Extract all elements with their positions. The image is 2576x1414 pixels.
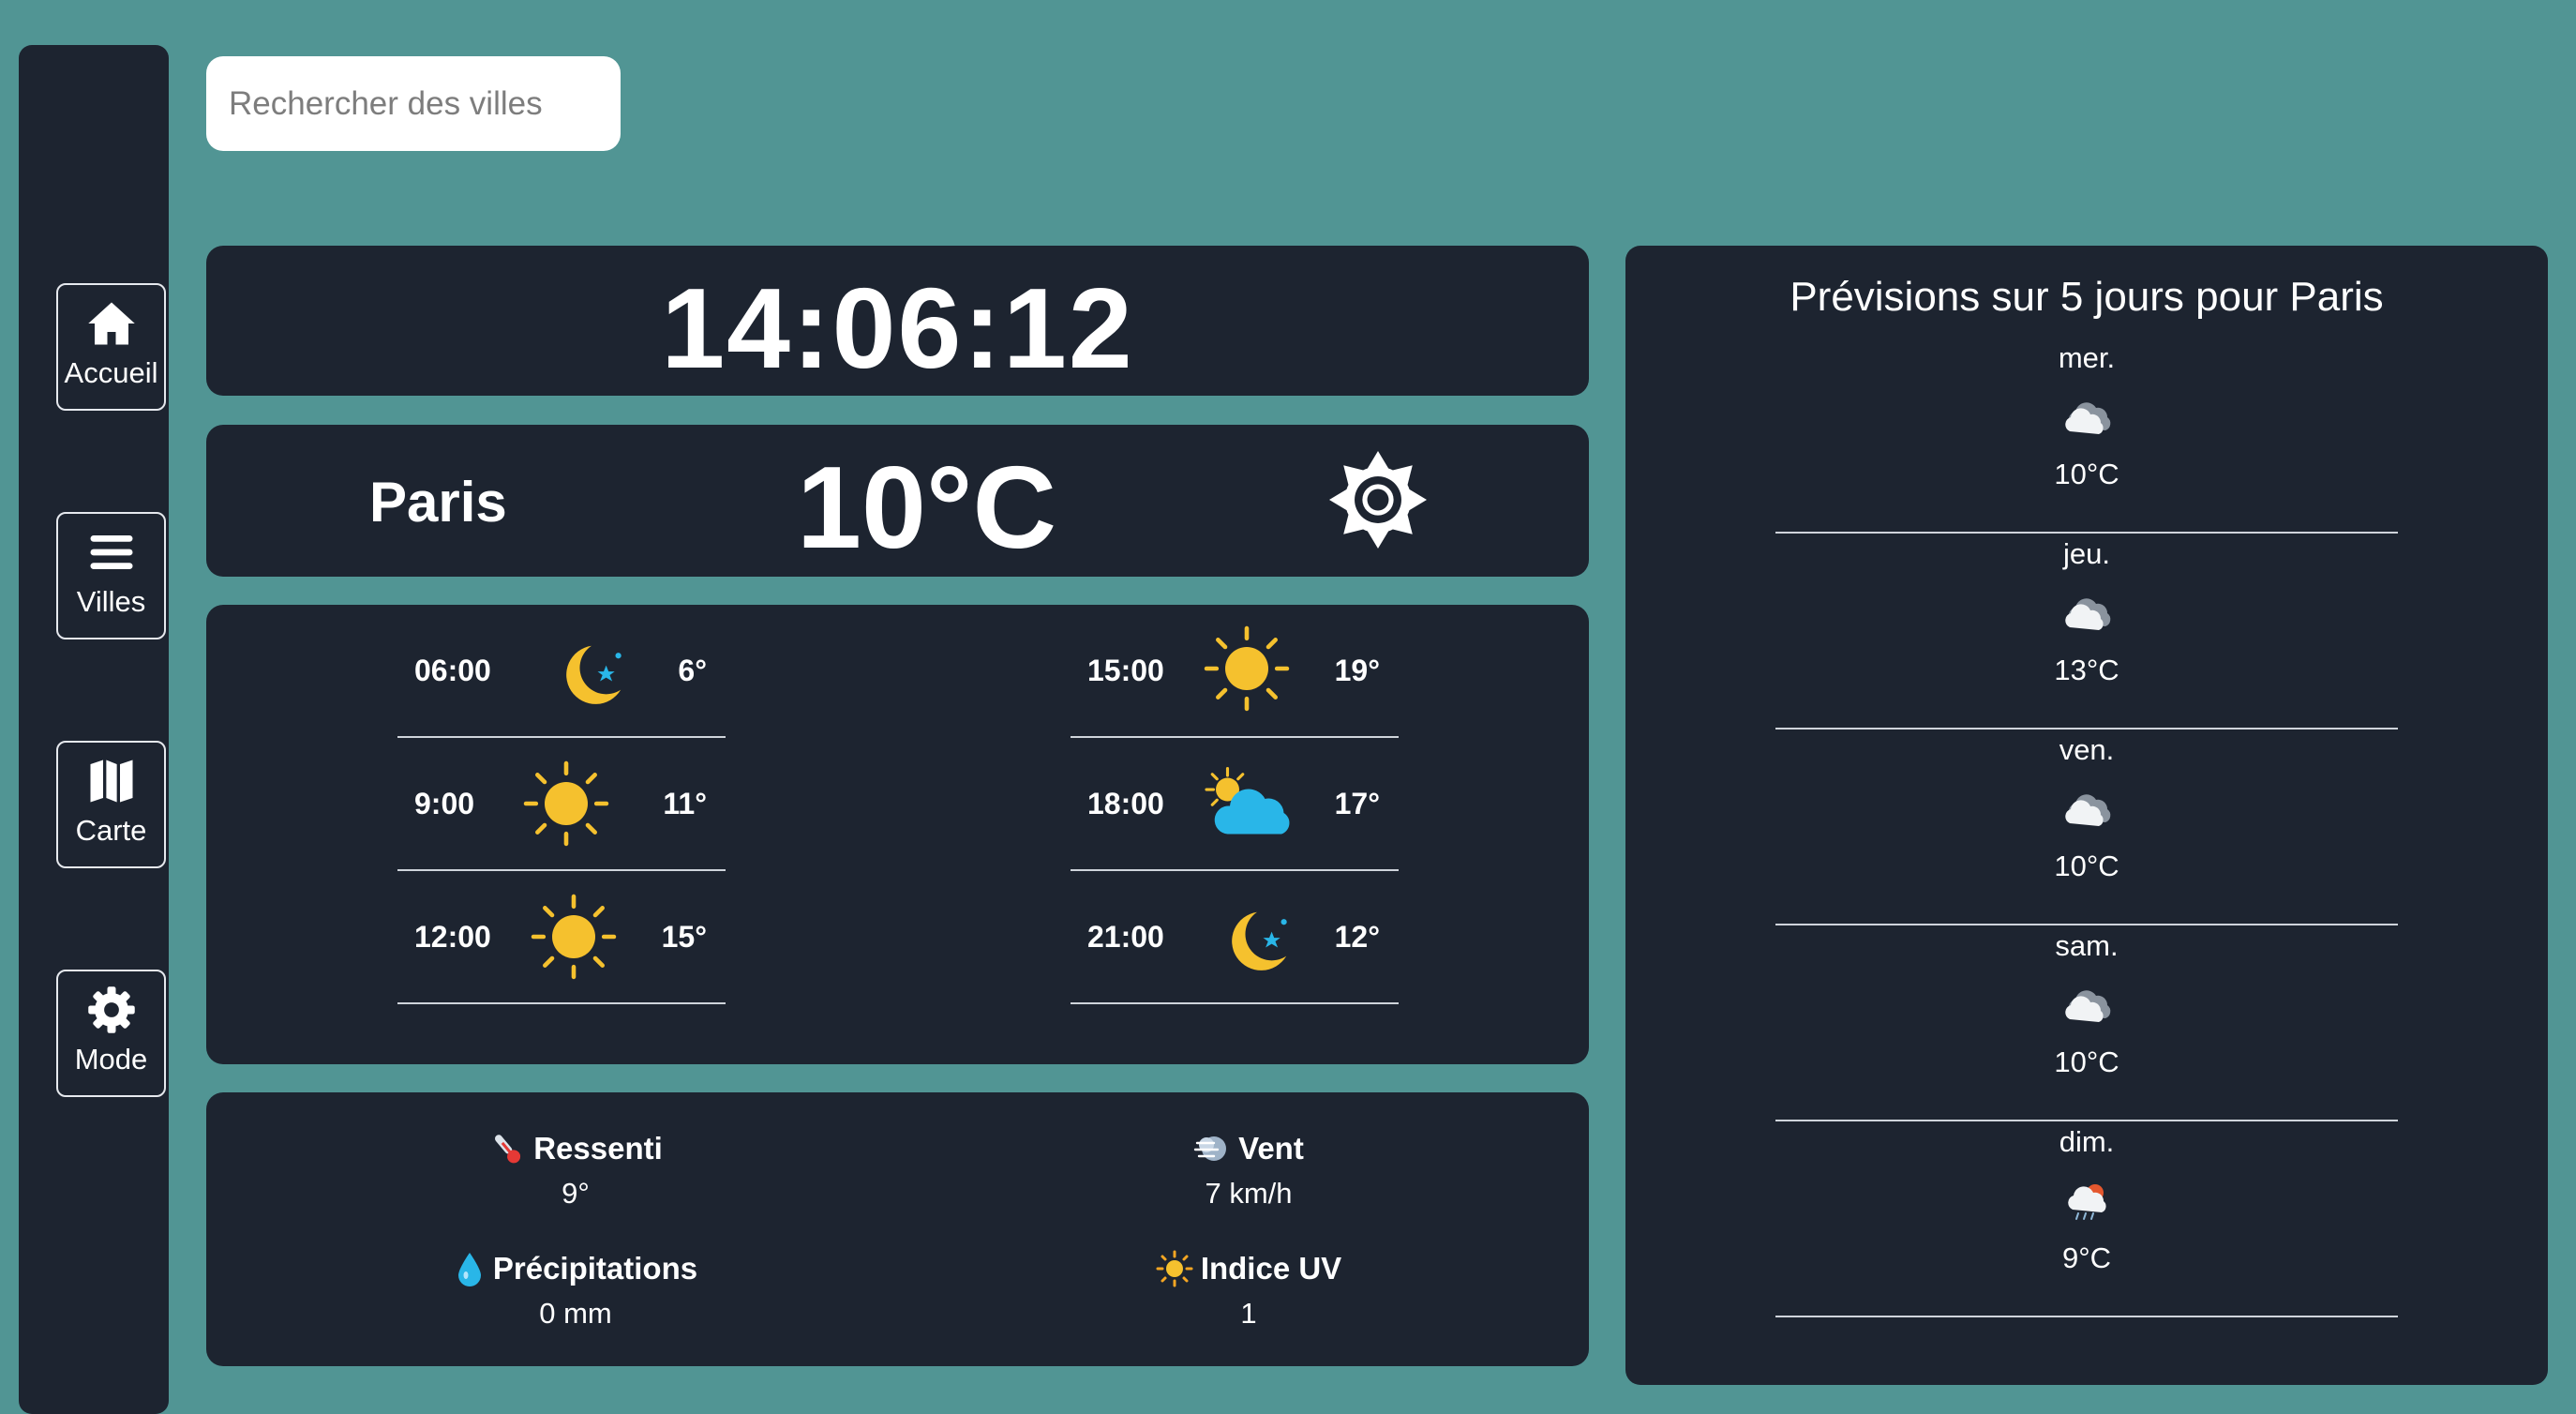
clock-display: 14:06:12 [661, 264, 1134, 392]
weather-details-card: Ressenti 9° Vent 7 km/h Précipitations 0… [206, 1092, 1589, 1366]
hour-time: 06:00 [414, 654, 491, 687]
nav-villes-button[interactable]: Villes [56, 512, 166, 639]
forecast-day: jeu. 13°C [1775, 534, 2398, 730]
forecast-day: dim. 9°C [1775, 1121, 2398, 1317]
hour-time: 18:00 [1087, 787, 1164, 820]
detail-value: 9° [562, 1177, 590, 1210]
detail-value: 7 km/h [1205, 1177, 1293, 1210]
detail-value: 1 [1240, 1297, 1257, 1330]
forecast-temp: 10°C [2054, 1045, 2119, 1078]
nav-villes-label: Villes [76, 585, 146, 618]
sun-cloud-icon [1205, 766, 1290, 835]
hour-temperature: 6° [678, 654, 707, 687]
current-weather-card: Paris 10°C [206, 425, 1589, 577]
forecast-day: mer. 10°C [1775, 338, 2398, 534]
hourly-row: 06:00 6° [397, 605, 726, 738]
detail-ressenti: Ressenti 9° [388, 1130, 763, 1211]
forecast-temp: 10°C [2054, 458, 2119, 490]
nav-carte-button[interactable]: Carte [56, 741, 166, 868]
hour-temperature: 12° [1334, 920, 1380, 954]
detail-label: Indice UV [1200, 1251, 1342, 1286]
hour-time: 21:00 [1087, 920, 1164, 954]
hourly-column-right: 15:00 19° 18:00 17° 21:00 12° [1071, 605, 1399, 1004]
detail-value: 0 mm [539, 1297, 612, 1330]
thermometer-icon [495, 1135, 521, 1164]
current-temperature: 10°C [797, 444, 1057, 573]
hourly-forecast-card: 06:00 6° 9:00 11° 12:00 15° 15:00 19° 18… [206, 605, 1589, 1064]
detail-precipitations: Précipitations 0 mm [388, 1250, 763, 1331]
sun-outline-icon [1329, 451, 1427, 549]
small-sun-icon [1156, 1250, 1193, 1287]
forecast-title: Prévisions sur 5 jours pour Paris [1790, 274, 2384, 320]
search-input[interactable] [206, 56, 621, 151]
forecast-temp: 13°C [2054, 654, 2119, 686]
hourly-column-left: 06:00 6° 9:00 11° 12:00 15° [397, 605, 726, 1004]
cloud-rain-icon [2068, 1184, 2106, 1220]
hourly-row: 18:00 17° [1071, 738, 1399, 871]
moon-icon [1232, 911, 1287, 970]
hour-temperature: 15° [661, 920, 707, 954]
forecast-day: sam. 10°C [1775, 925, 2398, 1121]
forecast-day-name: ven. [2059, 733, 2115, 766]
detail-vent: Vent 7 km/h [1061, 1130, 1436, 1211]
clock-card: 14:06:12 [206, 246, 1589, 396]
nav-mode-label: Mode [74, 1043, 148, 1076]
forecast-day-name: dim. [2059, 1125, 2115, 1158]
hour-time: 12:00 [414, 920, 491, 954]
detail-label: Vent [1238, 1131, 1304, 1166]
hourly-row: 21:00 12° [1071, 871, 1399, 1004]
forecast-day-name: sam. [2055, 929, 2119, 962]
hour-time: 15:00 [1087, 654, 1164, 687]
forecast-card: Prévisions sur 5 jours pour Paris mer. 1… [1625, 246, 2548, 1385]
home-icon [87, 302, 135, 345]
hourly-row: 15:00 19° [1071, 605, 1399, 738]
forecast-temp: 9°C [2061, 1241, 2112, 1274]
forecast-day: ven. 10°C [1775, 730, 2398, 925]
gear-icon [87, 986, 135, 1033]
cloud-icon [2065, 402, 2111, 434]
forecast-day-name: jeu. [2063, 537, 2110, 570]
city-name: Paris [369, 471, 507, 534]
detail-indice-uv: Indice UV 1 [1061, 1250, 1436, 1331]
nav-accueil-button[interactable]: Accueil [56, 283, 166, 411]
hourly-row: 12:00 15° [397, 871, 726, 1004]
hour-time: 9:00 [414, 787, 475, 820]
cloud-icon [2065, 794, 2111, 826]
droplet-icon [457, 1253, 481, 1286]
nav-accueil-label: Accueil [64, 356, 158, 389]
detail-label: Ressenti [533, 1131, 663, 1166]
forecast-day-name: mer. [2058, 341, 2116, 374]
sun-icon [531, 894, 617, 980]
nav-mode-button[interactable]: Mode [56, 970, 166, 1097]
detail-label: Précipitations [492, 1251, 698, 1286]
sun-icon [1204, 625, 1290, 712]
nav-carte-label: Carte [75, 814, 147, 847]
sidebar: Accueil Villes Carte Mode [19, 45, 169, 1414]
hour-temperature: 11° [663, 787, 707, 820]
cloud-icon [2065, 598, 2111, 630]
forecast-temp: 10°C [2054, 850, 2119, 882]
moon-icon [566, 645, 622, 704]
wind-icon [1193, 1136, 1227, 1161]
hour-temperature: 19° [1334, 654, 1380, 687]
hour-temperature: 17° [1334, 787, 1380, 820]
sun-icon [523, 760, 609, 847]
list-icon [90, 535, 132, 569]
map-icon [90, 760, 132, 803]
cloud-icon [2065, 990, 2111, 1022]
hourly-row: 9:00 11° [397, 738, 726, 871]
